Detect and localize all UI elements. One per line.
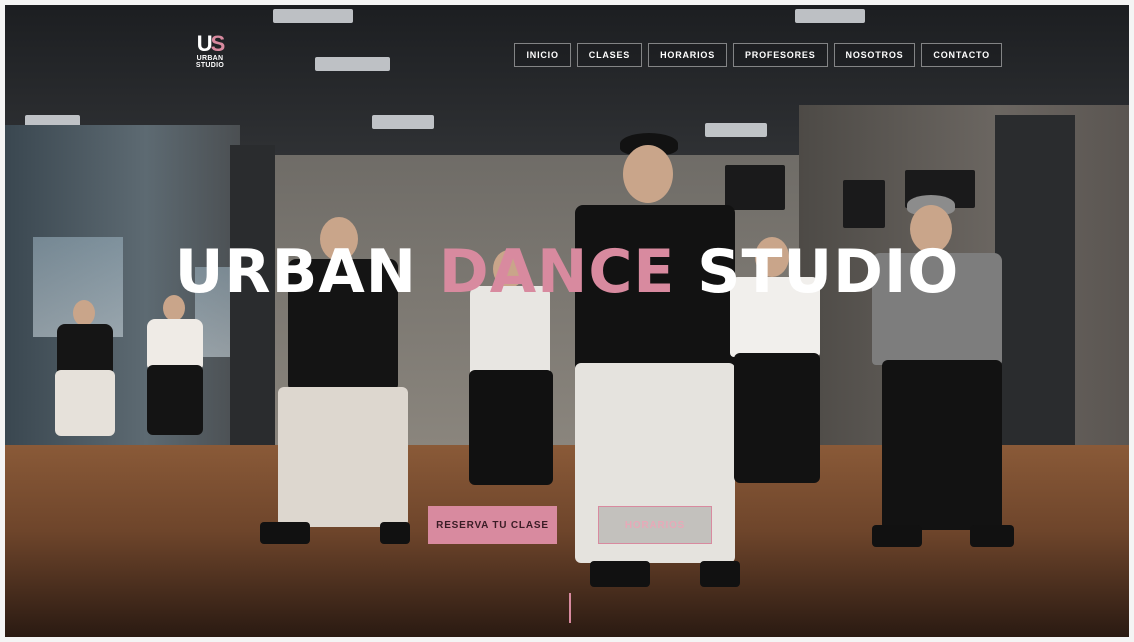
ceiling-lamp (273, 9, 353, 23)
ceiling-lamp (315, 57, 390, 71)
main-nav: INICIO CLASES HORARIOS PROFESORES NOSOTR… (514, 43, 1002, 67)
logo-mark-left: U (196, 31, 213, 56)
logo-mark: US (190, 33, 230, 55)
hero-title-part2: STUDIO (697, 237, 960, 307)
dancer-reflection (45, 300, 125, 440)
nav-item-clases[interactable]: CLASES (576, 43, 643, 67)
logo-line1: URBAN (196, 55, 224, 62)
ceiling-lamp (372, 115, 434, 129)
nav-item-inicio[interactable]: INICIO (514, 43, 571, 67)
logo[interactable]: US URBAN STUDIO (190, 33, 230, 70)
hero-title-part1: URBAN (174, 237, 418, 307)
ceiling-lamp (795, 9, 865, 23)
scroll-indicator[interactable] (569, 593, 571, 623)
nav-item-nosotros[interactable]: NOSOTROS (833, 43, 916, 67)
dancer-reflection (135, 295, 215, 440)
hero-title-accent: DANCE (438, 237, 676, 307)
nav-item-horarios[interactable]: HORARIOS (648, 43, 727, 67)
nav-item-contacto[interactable]: CONTACTO (921, 43, 1002, 67)
reserve-class-button[interactable]: RESERVA TU CLASE (428, 506, 557, 544)
hero-title: URBAN DANCE STUDIO (5, 237, 1129, 307)
logo-mark-right: S (210, 31, 226, 56)
nav-item-profesores[interactable]: PROFESORES (733, 43, 828, 67)
hero-section: US URBAN STUDIO INICIO CLASES HORARIOS P… (5, 5, 1129, 637)
logo-line2: STUDIO (195, 62, 225, 69)
schedule-button[interactable]: HORARIOS (598, 506, 712, 544)
